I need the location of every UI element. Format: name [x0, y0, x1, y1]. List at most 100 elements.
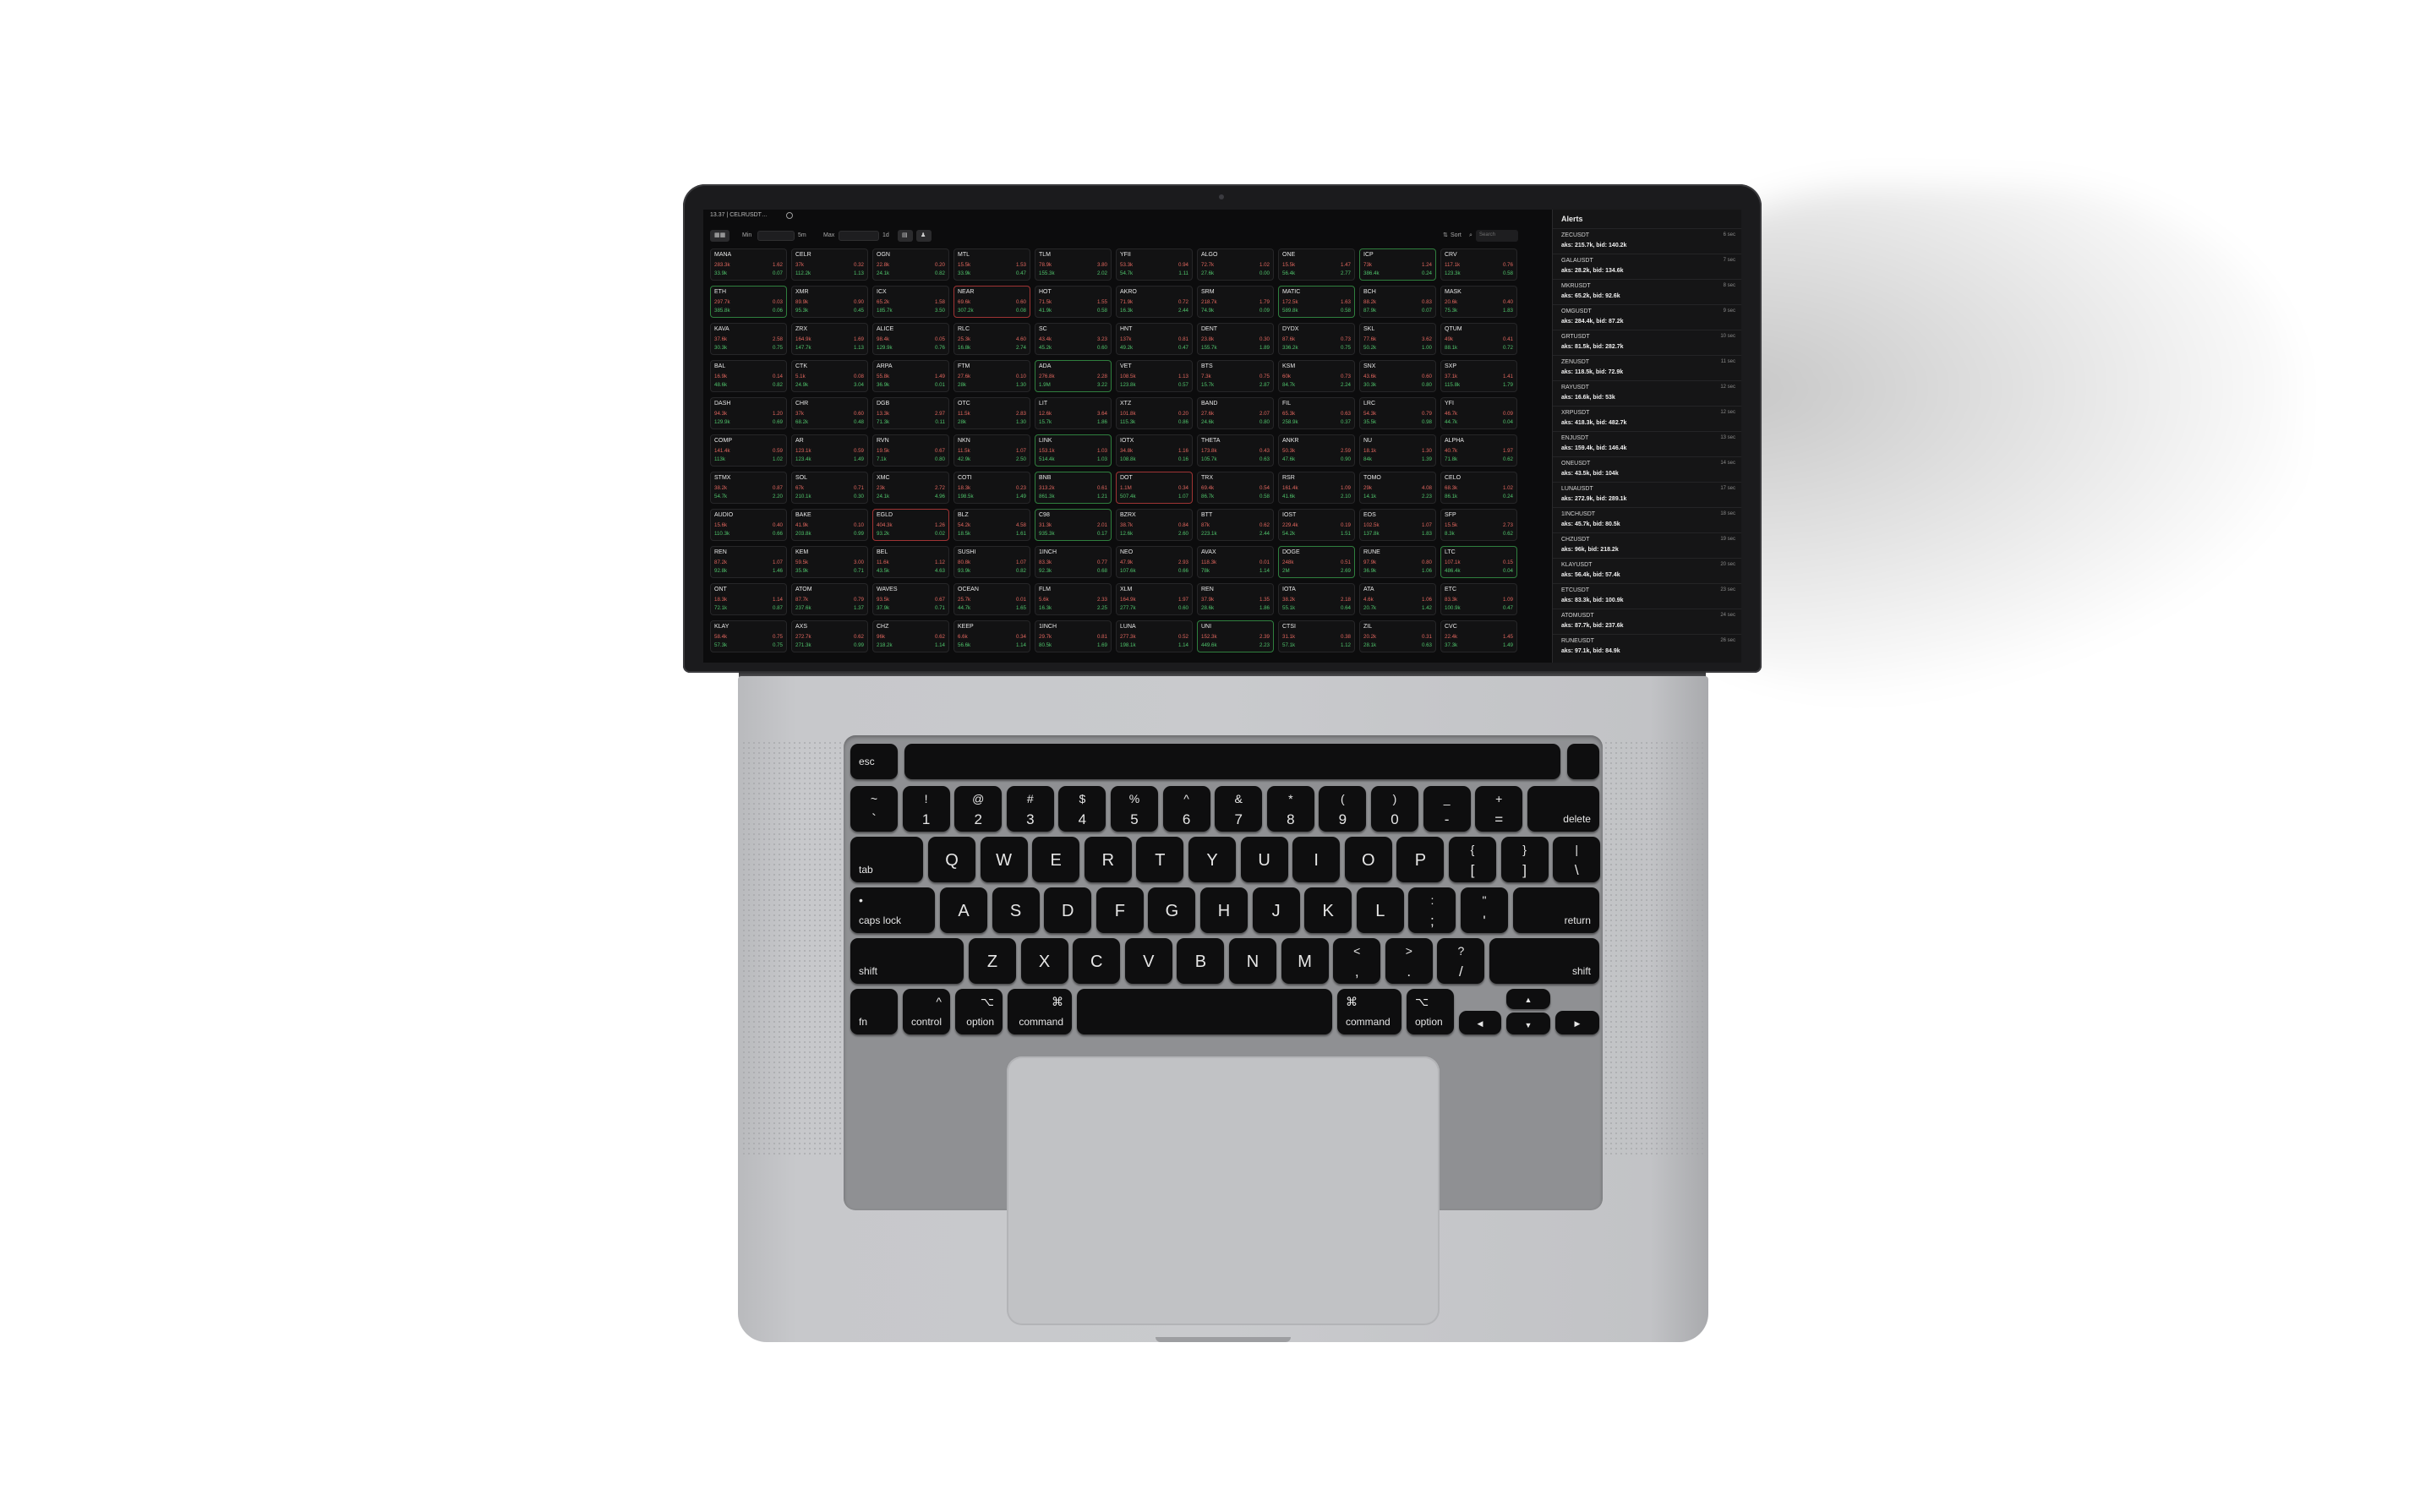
key-f[interactable]: F [1095, 887, 1144, 933]
ticker-tile[interactable]: XMR 89.9k 0.90 95.3k 0.45 [791, 286, 868, 318]
key-i[interactable]: I [1292, 837, 1341, 882]
min-input[interactable] [757, 231, 795, 241]
ticker-tile[interactable]: TLM 78.9k 3.80 155.3k 2.02 [1035, 248, 1112, 281]
ticker-tile[interactable]: KAVA 37.6k 2.58 30.3k 0.75 [710, 323, 787, 355]
caps-lock-key[interactable]: caps lock • [850, 887, 935, 933]
ticker-tile[interactable]: KLAY 58.4k 0.75 57.3k 0.75 [710, 620, 787, 652]
alert-item[interactable]: ZECUSDT 6 sec aks: 215.7k, bid: 140.2k [1553, 228, 1741, 254]
key-t[interactable]: T [1136, 837, 1184, 882]
ticker-tile[interactable]: ALICE 98.4k 0.05 129.9k 0.76 [872, 323, 949, 355]
arrow-down-key[interactable]: ▼ [1506, 1013, 1550, 1034]
alert-item[interactable]: 1INCHUSDT 18 sec aks: 45.7k, bid: 80.5k [1553, 507, 1741, 532]
ticker-tile[interactable]: AXS 272.7k 0.62 271.3k 0.99 [791, 620, 868, 652]
key-q[interactable]: Q [928, 837, 975, 882]
key-2[interactable]: @2 [954, 786, 1003, 832]
ticker-tile[interactable]: ALPHA 40.7k 1.97 71.8k 0.62 [1440, 434, 1517, 467]
arrow-up-key[interactable]: ▲ [1506, 989, 1550, 1009]
grid-view-button[interactable]: ▦▦ [710, 230, 730, 242]
alert-item[interactable]: ATOMUSDT 24 sec aks: 87.7k, bid: 237.6k [1553, 609, 1741, 634]
ticker-tile[interactable]: DGB 13.3k 2.97 71.3k 0.11 [872, 397, 949, 429]
ticker-tile[interactable]: IOTX 34.8k 1.16 108.8k 0.16 [1116, 434, 1193, 467]
ticker-tile[interactable]: XLM 164.9k 1.97 277.7k 0.60 [1116, 583, 1193, 615]
alert-item[interactable]: ZENUSDT 11 sec aks: 118.5k, bid: 72.9k [1553, 355, 1741, 380]
tab-key[interactable]: tab [850, 837, 923, 882]
ticker-tile[interactable]: FLM 5.6k 2.33 16.3k 2.25 [1035, 583, 1112, 615]
key-6[interactable]: ^ 6 [1162, 786, 1210, 832]
key-b[interactable]: B [1177, 938, 1225, 984]
key-1[interactable]: ! 1 [902, 786, 950, 832]
key-j[interactable]: J [1252, 887, 1300, 933]
key-sym-0[interactable]: <, [1333, 938, 1381, 984]
ticker-tile[interactable]: AUDIO 15.6k 0.40 110.3k 0.66 [710, 509, 787, 541]
alert-item[interactable]: ONEUSDT 14 sec aks: 43.5k, bid: 104k [1553, 456, 1741, 482]
ticker-tile[interactable]: CELO 68.3k 1.02 86.1k 0.24 [1440, 472, 1517, 504]
ticker-tile[interactable]: ATA 4.6k 1.06 20.7k 1.42 [1359, 583, 1436, 615]
ticker-tile[interactable]: ATOM 87.7k 0.79 237.6k 1.37 [791, 583, 868, 615]
ticker-tile[interactable]: BAND 27.6k 2.07 24.6k 0.80 [1197, 397, 1274, 429]
key-h[interactable]: H [1200, 887, 1248, 933]
trackpad[interactable] [1007, 1056, 1440, 1325]
ticker-tile[interactable]: SOL 67k 0.71 210.1k 0.30 [791, 472, 868, 504]
alert-item[interactable]: CHZUSDT 19 sec aks: 96k, bid: 218.2k [1553, 532, 1741, 558]
ticker-tile[interactable]: CTK 5.1k 0.08 24.9k 3.04 [791, 360, 868, 392]
key-e[interactable]: E [1032, 837, 1080, 882]
return-key[interactable]: return [1512, 887, 1599, 933]
key-9[interactable]: (9 [1319, 786, 1367, 832]
ticker-tile[interactable]: NKN 11.5k 1.07 42.9k 2.50 [953, 434, 1030, 467]
ticker-tile[interactable]: NU 18.1k 1.30 84k 1.39 [1359, 434, 1436, 467]
alert-item[interactable]: XRPUSDT 12 sec aks: 418.3k, bid: 482.7k [1553, 406, 1741, 431]
ticker-tile[interactable]: MANA 283.3k 1.62 33.9k 0.07 [710, 248, 787, 281]
ticker-tile[interactable]: BTS 7.3k 0.75 15.7k 2.87 [1197, 360, 1274, 392]
key--[interactable]: _ - [1423, 786, 1471, 832]
ticker-tile[interactable]: ICP 73k 1.24 386.4k 0.24 [1359, 248, 1436, 281]
key-o[interactable]: O [1344, 837, 1392, 882]
ticker-tile[interactable]: REN 87.2k 1.07 92.8k 1.46 [710, 546, 787, 578]
key-u[interactable]: U [1240, 837, 1288, 882]
ticker-tile[interactable]: 1INCH 29.7k 0.81 80.5k 1.69 [1035, 620, 1112, 652]
ticker-tile[interactable]: KEEP 6.6k 0.34 56.6k 1.14 [953, 620, 1030, 652]
ticker-tile[interactable]: BCH 88.2k 0.83 87.9k 0.07 [1359, 286, 1436, 318]
ticker-tile[interactable]: ZRX 164.9k 1.69 147.7k 1.13 [791, 323, 868, 355]
delete-key[interactable]: delete [1527, 786, 1599, 832]
ticker-tile[interactable]: MTL 15.5k 1.53 33.9k 0.47 [953, 248, 1030, 281]
ticker-tile[interactable]: LINK 153.1k 1.03 514.4k 1.03 [1035, 434, 1112, 467]
alert-item[interactable]: ETCUSDT 23 sec aks: 83.3k, bid: 100.9k [1553, 583, 1741, 609]
ticker-tile[interactable]: BAKE 41.9k 0.10 203.8k 0.99 [791, 509, 868, 541]
ticker-tile[interactable]: HNT 137k 0.81 49.2k 0.47 [1116, 323, 1193, 355]
ticker-tile[interactable]: BEL 11.6k 1.12 43.5k 4.63 [872, 546, 949, 578]
key-`[interactable]: ~ ` [850, 786, 898, 832]
ticker-tile[interactable]: STMX 38.2k 0.87 54.7k 2.20 [710, 472, 787, 504]
alert-item[interactable]: ENJUSDT 13 sec aks: 159.4k, bid: 146.4k [1553, 431, 1741, 456]
key-bracket-2[interactable]: | \ [1553, 837, 1601, 882]
alert-item[interactable]: MKRUSDT 8 sec aks: 65.2k, bid: 92.6k [1553, 279, 1741, 304]
ticker-tile[interactable]: IOST 229.4k 0.19 54.2k 1.51 [1278, 509, 1355, 541]
ticker-tile[interactable]: OGN 22.8k 0.20 24.1k 0.82 [872, 248, 949, 281]
ticker-tile[interactable]: LTC 107.1k 0.15 486.4k 0.04 [1440, 546, 1517, 578]
settings-gear-icon[interactable] [786, 212, 793, 219]
ticker-tile[interactable]: YFII 53.3k 0.94 54.7k 1.11 [1116, 248, 1193, 281]
ticker-tile[interactable]: AR 123.1k 0.59 123.4k 1.49 [791, 434, 868, 467]
ticker-tile[interactable]: DASH 94.3k 1.20 129.9k 0.69 [710, 397, 787, 429]
esc-key[interactable]: esc [850, 744, 898, 779]
ticker-tile[interactable]: COMP 141.4k 0.59 113k 1.02 [710, 434, 787, 467]
sort-icon[interactable]: ⇅ [1443, 230, 1448, 242]
search-input[interactable]: Search [1476, 230, 1518, 242]
ticker-tile[interactable]: XTZ 101.8k 0.20 115.3k 0.86 [1116, 397, 1193, 429]
key-l[interactable]: L [1356, 887, 1404, 933]
ticker-tile[interactable]: EOS 102.5k 1.07 137.8k 1.83 [1359, 509, 1436, 541]
ticker-tile[interactable]: ONE 15.5k 1.47 56.4k 2.77 [1278, 248, 1355, 281]
ticker-tile[interactable]: ICX 65.2k 1.58 185.7k 3.50 [872, 286, 949, 318]
touch-bar[interactable] [904, 744, 1560, 779]
ticker-tile[interactable]: RUNE 97.9k 0.80 36.9k 1.06 [1359, 546, 1436, 578]
ticker-tile[interactable]: ANKR 50.3k 2.59 47.6k 0.90 [1278, 434, 1355, 467]
key-k[interactable]: K [1304, 887, 1352, 933]
ticker-tile[interactable]: DENT 23.8k 0.30 155.7k 1.89 [1197, 323, 1274, 355]
ticker-tile[interactable]: THETA 173.8k 0.43 105.7k 0.63 [1197, 434, 1274, 467]
key-d[interactable]: D [1044, 887, 1092, 933]
right-option-key[interactable]: ⌥ option [1407, 989, 1454, 1034]
ticker-tile[interactable]: FIL 65.3k 0.63 258.9k 0.37 [1278, 397, 1355, 429]
key-4[interactable]: $4 [1058, 786, 1106, 832]
ticker-tile[interactable]: TOMO 29k 4.08 14.1k 2.23 [1359, 472, 1436, 504]
ticker-tile[interactable]: HOT 71.5k 1.55 41.9k 0.58 [1035, 286, 1112, 318]
ticker-tile[interactable]: REN 37.9k 1.35 28.6k 1.86 [1197, 583, 1274, 615]
